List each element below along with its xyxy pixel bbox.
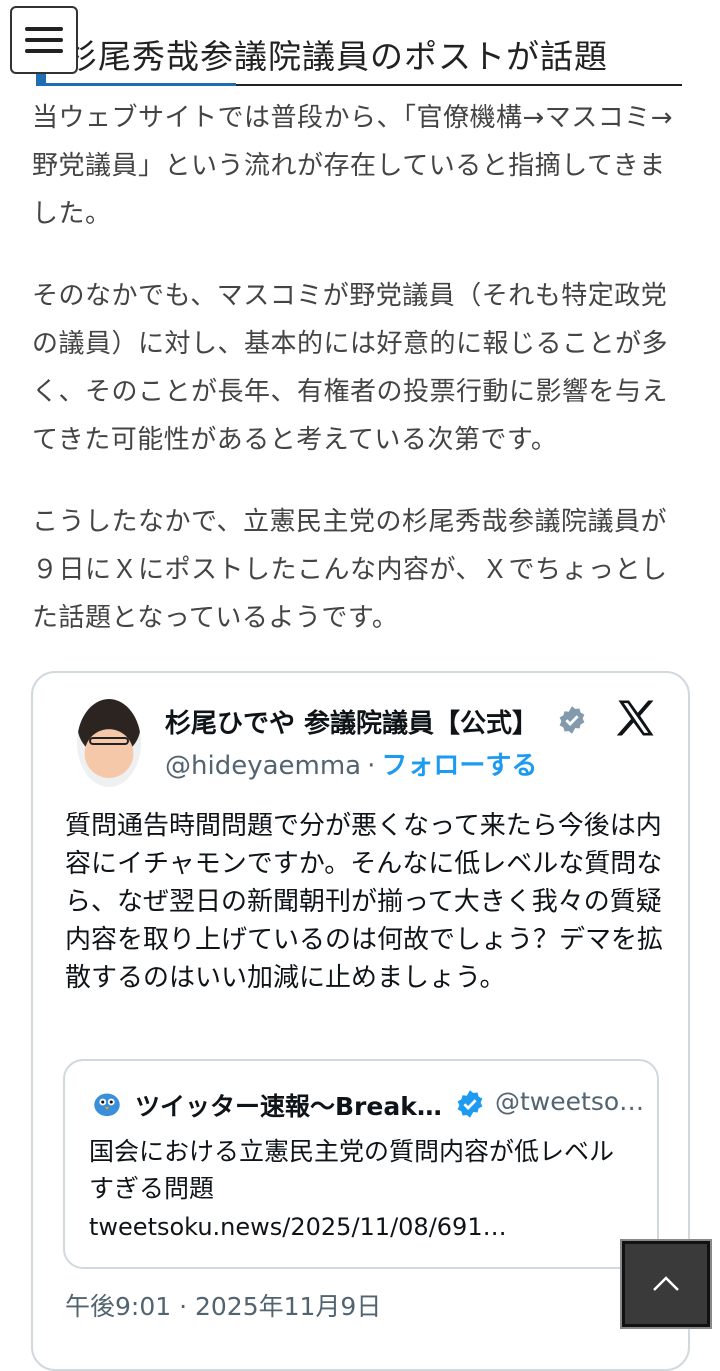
avatar[interactable] (77, 699, 141, 787)
menu-bar (25, 27, 63, 31)
tweet-handle-row: @hideyaemma · フォローする (165, 745, 537, 782)
menu-bar (25, 38, 63, 42)
article-paragraph: 当ウェブサイトでは普段から、「官僚機構→マスコミ→野党議員」という流れが存在して… (32, 103, 674, 229)
section-heading: 杉尾秀哉参議院議員のポストが話題 (36, 22, 682, 86)
chevron-up-icon (653, 1276, 679, 1291)
quoted-text: 国会における立憲民主党の質問内容が低レベルすぎる問題 (89, 1137, 615, 1203)
menu-bar (25, 49, 63, 53)
tweet-text: 質問通告時間問題で分が悪くなって来たら今後は内容にイチャモンですか。そんなに低レ… (65, 811, 664, 993)
heading-accent-line (36, 83, 236, 86)
separator-dot: · (367, 751, 376, 781)
verified-gray-icon (559, 706, 585, 734)
tweet-timestamp[interactable]: 午後9:01 · 2025年11月9日 (65, 1287, 381, 1323)
back-to-top-button[interactable] (620, 1239, 712, 1329)
quoted-link[interactable]: tweetsoku.news/2025/11/08/691… (89, 1213, 529, 1241)
article-body: 当ウェブサイトでは普段から、「官僚機構→マスコミ→野党議員」という流れが存在して… (32, 94, 692, 676)
quoted-author-name[interactable]: ツイッター速報〜BreakingNews (135, 1087, 445, 1123)
tweet-author-name[interactable]: 杉尾ひでや 参議院議員【公式】 (165, 703, 545, 740)
verified-blue-icon (457, 1090, 483, 1118)
tweet-handle[interactable]: @hideyaemma (165, 751, 361, 781)
x-logo-icon[interactable] (613, 697, 659, 739)
embedded-tweet[interactable]: 杉尾ひでや 参議院議員【公式】 @hideyaemma · フォローする 質問通告時… (31, 671, 690, 1371)
follow-button[interactable]: フォローする (381, 751, 537, 781)
article-paragraph: こうしたなかで、立憲民主党の杉尾秀哉参議院議員が９日にＸにポストしたこんな内容が… (32, 507, 668, 633)
hamburger-menu-button[interactable] (10, 6, 78, 74)
quoted-tweet[interactable]: ツイッター速報〜BreakingNews @tweetsoku1 国会における立… (63, 1059, 659, 1269)
bird-avatar-icon (94, 1093, 120, 1117)
article-paragraph: そのなかでも、マスコミが野党議員（それも特定政党の議員）に対し、基本的には好意的… (32, 281, 669, 455)
avatar-glasses (89, 737, 129, 745)
page-title: 杉尾秀哉参議院議員のポストが話題 (64, 37, 608, 76)
quoted-handle[interactable]: @tweetsoku1 (495, 1087, 645, 1116)
